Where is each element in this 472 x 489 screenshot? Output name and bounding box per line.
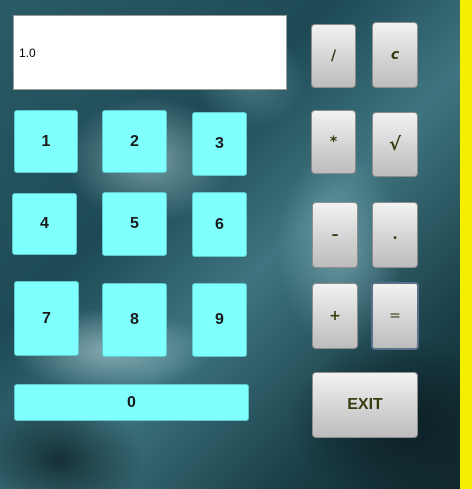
multiply-button[interactable]: * bbox=[311, 110, 356, 174]
key-5[interactable]: 5 bbox=[102, 192, 167, 256]
key-3[interactable]: 3 bbox=[192, 112, 247, 176]
exit-button[interactable]: EXIT bbox=[312, 372, 418, 438]
plus-button[interactable]: + bbox=[312, 283, 358, 349]
key-1[interactable]: 1 bbox=[14, 110, 78, 173]
key-9[interactable]: 9 bbox=[192, 283, 247, 357]
sqrt-button[interactable]: √ bbox=[372, 112, 418, 177]
key-0[interactable]: 0 bbox=[14, 384, 249, 421]
key-2[interactable]: 2 bbox=[102, 110, 167, 173]
calculator-display: 1.0 bbox=[13, 15, 287, 90]
equals-button[interactable]: = bbox=[371, 282, 419, 350]
window-edge bbox=[460, 0, 472, 489]
decimal-button[interactable]: . bbox=[372, 202, 418, 268]
minus-button[interactable]: – bbox=[312, 202, 358, 268]
key-7[interactable]: 7 bbox=[14, 281, 79, 356]
clear-button[interactable]: c bbox=[372, 22, 418, 88]
key-8[interactable]: 8 bbox=[102, 283, 167, 357]
key-4[interactable]: 4 bbox=[12, 193, 77, 255]
key-6[interactable]: 6 bbox=[192, 192, 247, 257]
divide-button[interactable]: / bbox=[311, 24, 356, 88]
display-value: 1.0 bbox=[19, 45, 36, 60]
